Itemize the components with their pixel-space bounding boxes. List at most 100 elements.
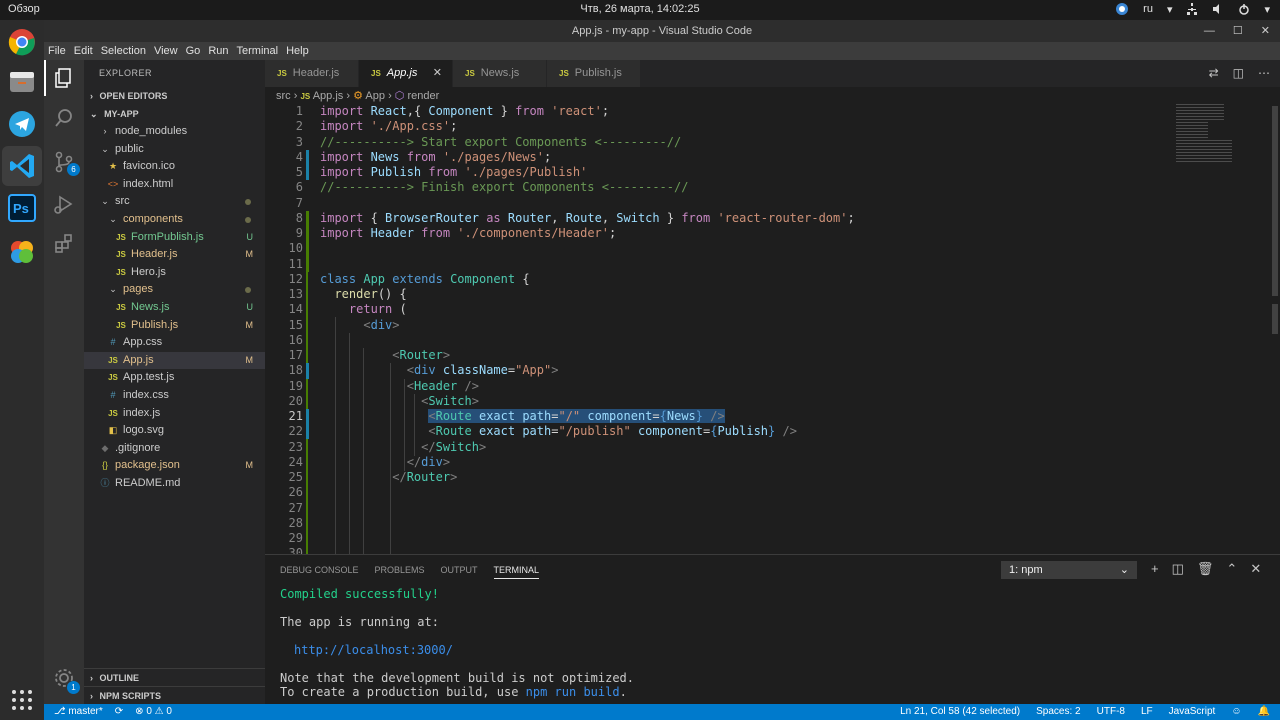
code-line[interactable]: [320, 531, 1220, 546]
terminal-output[interactable]: Compiled successfully! The app is runnin…: [280, 587, 634, 699]
close-button[interactable]: ✕: [1261, 20, 1270, 42]
file-item[interactable]: JS App.js M: [84, 351, 265, 370]
color-picker-icon[interactable]: [1115, 2, 1129, 16]
clock[interactable]: Чтв, 26 марта, 14:02:25: [0, 3, 1280, 15]
code-line[interactable]: class App extends Component {: [320, 272, 1220, 287]
system-menu-dropdown-icon[interactable]: ▾: [1264, 3, 1270, 16]
language-mode[interactable]: JavaScript: [1169, 704, 1216, 720]
code-line[interactable]: [320, 485, 1220, 500]
tab-publish-js[interactable]: JS Publish.js: [547, 60, 641, 87]
file-item[interactable]: {} package.json M: [84, 457, 265, 475]
tab-debug-console[interactable]: DEBUG CONSOLE: [280, 565, 359, 579]
chrome-icon[interactable]: [6, 26, 38, 58]
file-item[interactable]: <> index.html: [84, 176, 265, 194]
files-icon[interactable]: [6, 66, 38, 98]
code-line[interactable]: import { BrowserRouter as Router, Route,…: [320, 211, 1220, 226]
breadcrumb-folder[interactable]: src: [276, 90, 291, 102]
file-item[interactable]: JS News.js U: [84, 299, 265, 317]
code-line[interactable]: [320, 241, 1220, 256]
breadcrumb-file[interactable]: App.js: [313, 90, 344, 102]
open-changes-icon[interactable]: ⇄: [1209, 66, 1219, 80]
code-line[interactable]: <div>: [320, 318, 1220, 333]
apps-grid-icon[interactable]: [6, 684, 38, 716]
tab-problems[interactable]: PROBLEMS: [375, 565, 425, 579]
code-line[interactable]: //----------> Finish export Components <…: [320, 180, 1220, 195]
folder-item[interactable]: › node_modules: [84, 123, 265, 141]
local-url-link[interactable]: http://localhost:3000/: [280, 643, 634, 657]
npm-scripts-section[interactable]: › NPM SCRIPTS: [84, 686, 265, 704]
code-line[interactable]: import Header from './components/Header'…: [320, 226, 1220, 241]
menu-terminal[interactable]: Terminal: [237, 42, 279, 60]
code-line[interactable]: [320, 196, 1220, 211]
menu-help[interactable]: Help: [286, 42, 309, 60]
feedback-icon[interactable]: ☺: [1231, 704, 1241, 720]
folder-item[interactable]: ⌄ src: [84, 193, 265, 211]
trash-icon[interactable]: 🗑: [1197, 561, 1214, 577]
code-line[interactable]: render() {: [320, 287, 1220, 302]
file-item[interactable]: JS Header.js M: [84, 246, 265, 264]
network-icon[interactable]: [1186, 3, 1198, 15]
search-icon[interactable]: [52, 106, 76, 130]
tab-terminal[interactable]: TERMINAL: [493, 565, 540, 579]
file-item[interactable]: JS App.test.js: [84, 369, 265, 387]
breadcrumb-class[interactable]: App: [365, 90, 385, 102]
end-of-line[interactable]: LF: [1141, 704, 1153, 720]
folder-item[interactable]: ⌄ public: [84, 141, 265, 159]
tab-app-js[interactable]: JS App.js ✕: [359, 60, 453, 87]
file-item[interactable]: ◧ logo.svg: [84, 422, 265, 440]
source-control-icon[interactable]: 6: [52, 150, 80, 176]
code-editor[interactable]: 1 2 3 4 5 6 7 8 9 10 11 12 13 14 15 16 17 18 19 20 21 22 23 24 2…: [265, 104, 1280, 554]
code-line[interactable]: [320, 501, 1220, 516]
code-line[interactable]: import News from './pages/News';: [320, 150, 1220, 165]
code-line[interactable]: [320, 333, 1220, 348]
code-line[interactable]: <Route exact path="/" component={News} /…: [320, 409, 1220, 424]
split-terminal-icon[interactable]: ◫: [1172, 561, 1184, 577]
indentation[interactable]: Spaces: 2: [1036, 704, 1080, 720]
file-item[interactable]: JS Hero.js: [84, 264, 265, 282]
editor-scrollbar[interactable]: [1270, 104, 1280, 554]
close-tab-icon[interactable]: ✕: [433, 60, 442, 87]
telegram-icon[interactable]: [6, 108, 38, 140]
sync-icon[interactable]: ⟳: [115, 704, 123, 720]
outline-section[interactable]: › OUTLINE: [84, 668, 265, 686]
file-item[interactable]: ★ favicon.ico: [84, 158, 265, 176]
minimize-button[interactable]: —: [1204, 20, 1215, 42]
code-line[interactable]: </Switch>: [320, 440, 1220, 455]
breadcrumb-method[interactable]: render: [407, 90, 439, 102]
language-indicator[interactable]: ru: [1143, 3, 1153, 15]
file-item[interactable]: JS Publish.js M: [84, 317, 265, 335]
minimap[interactable]: [1176, 104, 1266, 554]
code-line[interactable]: <div className="App">: [320, 363, 1220, 378]
code-line[interactable]: </Router>: [320, 470, 1220, 485]
code-line[interactable]: import Publish from './pages/Publish': [320, 165, 1220, 180]
more-actions-icon[interactable]: ⋯: [1258, 66, 1270, 80]
run-debug-icon[interactable]: [52, 192, 76, 216]
folder-item[interactable]: ⌄ pages: [84, 281, 265, 299]
code-line[interactable]: return (: [320, 302, 1220, 317]
code-line[interactable]: <Router>: [320, 348, 1220, 363]
code-line[interactable]: <Header />: [320, 379, 1220, 394]
scroll-thumb[interactable]: [1272, 106, 1278, 296]
close-panel-icon[interactable]: ✕: [1250, 561, 1261, 577]
code-line[interactable]: //----------> Start export Components <-…: [320, 135, 1220, 150]
maximize-panel-icon[interactable]: ⌃: [1226, 561, 1237, 577]
code-line[interactable]: <Switch>: [320, 394, 1220, 409]
project-section[interactable]: ⌄ MY-APP: [84, 105, 265, 123]
file-item[interactable]: # index.css: [84, 387, 265, 405]
menu-run[interactable]: Run: [208, 42, 228, 60]
encoding[interactable]: UTF-8: [1097, 704, 1125, 720]
tab-output[interactable]: OUTPUT: [441, 565, 478, 579]
code-line[interactable]: </div>: [320, 455, 1220, 470]
problems-indicator[interactable]: ⊗ 0 ⚠ 0: [135, 704, 172, 720]
app-icon[interactable]: [6, 236, 38, 268]
explorer-icon[interactable]: [52, 66, 76, 90]
file-item[interactable]: ◆ .gitignore: [84, 440, 265, 458]
terminal-select[interactable]: 1: npm ⌄: [1001, 561, 1137, 579]
notifications-icon[interactable]: 🔔: [1258, 704, 1270, 720]
folder-item[interactable]: ⌄ components: [84, 211, 265, 229]
file-item[interactable]: JS FormPublish.js U: [84, 229, 265, 247]
code-line[interactable]: import './App.css';: [320, 119, 1220, 134]
menu-file[interactable]: File: [48, 42, 66, 60]
code-line[interactable]: [320, 516, 1220, 531]
tab-header-js[interactable]: JS Header.js: [265, 60, 359, 87]
